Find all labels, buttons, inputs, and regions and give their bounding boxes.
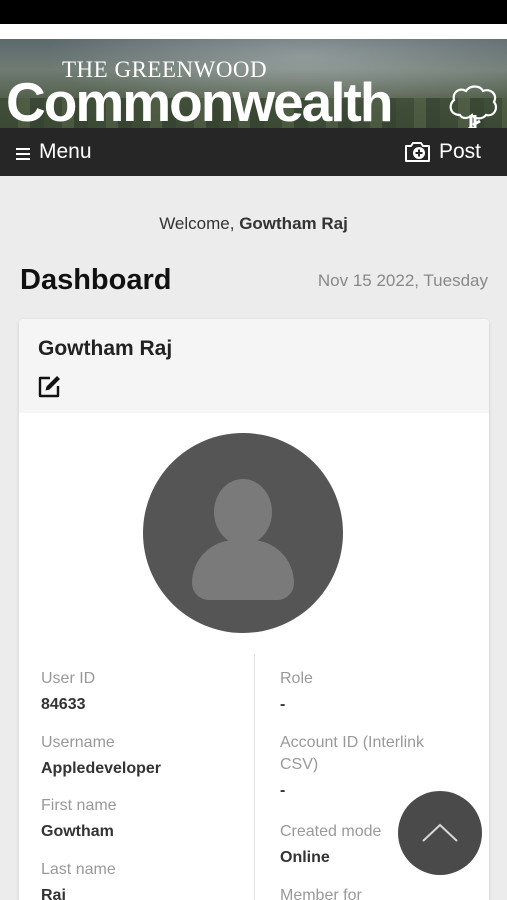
chevron-up-icon [422,823,458,842]
masthead-logo-text: Commonwealth [6,71,393,129]
field-username: Username Appledeveloper [41,732,241,780]
navbar: Menu Post [0,128,507,176]
field-member-for: Member for [280,885,480,900]
scroll-to-top-button[interactable] [398,791,482,875]
menu-button[interactable]: Menu [16,140,92,164]
welcome-message: Welcome, Gowtham Raj [0,214,507,234]
menu-label: Menu [39,140,92,163]
profile-name: Gowtham Raj [38,337,173,360]
field-value: Appledeveloper [41,760,162,777]
field-value: - [280,696,286,713]
welcome-prefix: Welcome, [159,214,240,233]
field-value: 84633 [41,696,86,713]
field-first-name: First name Gowtham [41,795,241,843]
welcome-user-name: Gowtham Raj [239,214,348,233]
field-label: Role [280,670,313,687]
field-last-name: Last name Raj [41,859,241,900]
field-user-id: User ID 84633 [41,668,241,716]
field-label: First name [41,797,117,814]
field-label: Last name [41,861,116,878]
masthead-banner[interactable]: THE GREENWOOD Commonwealth [0,39,507,128]
top-spacer [0,24,507,39]
field-label: Account ID (Interlink CSV) [280,734,425,773]
avatar-body [192,540,294,600]
column-divider [254,654,255,900]
status-bar [0,0,507,24]
profile-card-header: Gowtham Raj [19,319,489,413]
current-date: Nov 15 2022, Tuesday [317,271,488,290]
user-avatar-icon [143,433,343,633]
post-button[interactable]: Post [404,139,481,165]
field-role: Role - [280,668,480,716]
field-value: Gowtham [41,823,114,840]
field-label: User ID [41,670,96,687]
field-label: Username [41,734,115,751]
field-value: Raj [41,887,66,900]
post-label: Post [439,140,482,163]
hamburger-icon [16,148,30,160]
avatar-head [214,479,272,545]
tree-logo-icon [449,85,498,128]
page-title: Dashboard [20,264,172,296]
edit-icon[interactable] [37,374,62,399]
camera-plus-icon [405,142,430,162]
field-label: Member for [280,887,362,900]
